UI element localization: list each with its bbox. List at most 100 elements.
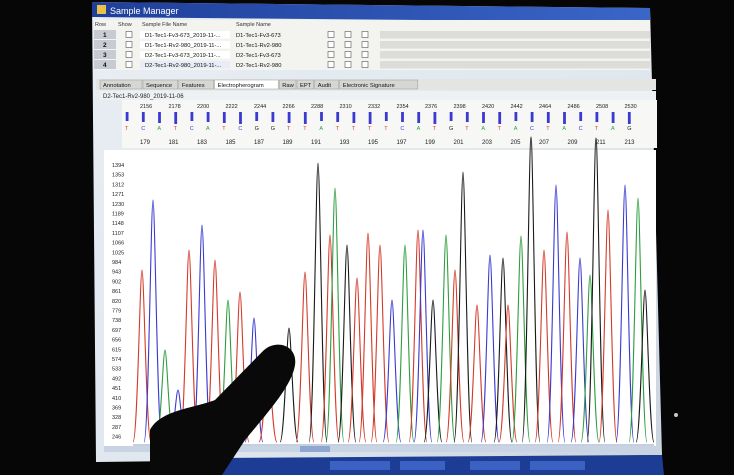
base-position-label: 185 — [226, 140, 237, 146]
y-axis-label: 369 — [112, 406, 121, 412]
base-call: A — [206, 126, 210, 132]
scan-number-label: 2222 — [226, 104, 238, 110]
base-call: A — [562, 126, 566, 132]
option-checkbox[interactable] — [361, 31, 369, 38]
sample-file-name: D1-Tec1-Fv3-673_2019-11-... — [145, 33, 221, 39]
scan-number-label: 2310 — [340, 104, 352, 110]
base-call: A — [514, 126, 518, 132]
quality-bar — [271, 112, 275, 122]
scan-number-label: 2398 — [454, 104, 466, 110]
taskbar-button[interactable] — [400, 461, 445, 470]
tab-label: Annotation — [103, 83, 131, 89]
base-position-label: 209 — [568, 140, 579, 146]
photo-scene: Sample Manager Row Show Sample File Name… — [0, 0, 734, 475]
tab-audit[interactable]: Audit — [314, 79, 340, 90]
base-call: C — [530, 126, 534, 132]
tab-label: Features — [182, 83, 205, 89]
tab-features[interactable]: Features — [178, 79, 214, 90]
base-call: G — [255, 126, 259, 132]
base-call: C — [400, 126, 404, 132]
show-checkbox[interactable] — [125, 61, 133, 68]
option-checkbox[interactable] — [327, 41, 335, 48]
base-position-label: 195 — [368, 140, 379, 146]
row-index: 3 — [103, 52, 107, 59]
option-checkbox[interactable] — [361, 51, 369, 58]
quality-bar — [255, 112, 259, 121]
scan-number-label: 2354 — [397, 104, 409, 110]
y-axis-label: 1025 — [112, 250, 124, 256]
scan-number-label: 2288 — [311, 104, 323, 110]
tab-ept[interactable]: EPT — [296, 79, 315, 90]
tab-label: Electronic Signature — [343, 83, 395, 89]
row-index: 4 — [103, 62, 107, 69]
base-call: C — [190, 126, 194, 132]
y-axis-label: 287 — [112, 425, 121, 431]
option-checkbox[interactable] — [344, 51, 352, 58]
quality-bar — [417, 112, 421, 123]
quality-bar — [303, 112, 307, 124]
metadata-cells — [380, 51, 650, 59]
option-checkbox[interactable] — [327, 51, 335, 58]
quality-bar — [546, 112, 550, 123]
scan-number-label: 2530 — [625, 104, 637, 110]
taskbar-button[interactable] — [330, 461, 390, 470]
quality-bar — [125, 112, 129, 121]
option-checkbox[interactable] — [344, 31, 352, 38]
metadata-cells — [380, 61, 650, 69]
tab-electronic-signature[interactable]: Electronic Signature — [339, 79, 419, 90]
show-checkbox[interactable] — [125, 51, 133, 58]
scan-number-label: 2420 — [482, 104, 494, 110]
monitor-power-led — [674, 413, 678, 417]
option-checkbox[interactable] — [361, 41, 369, 48]
show-checkbox[interactable] — [125, 31, 133, 38]
tab-raw[interactable]: Raw — [278, 79, 297, 90]
scan-number-label: 2376 — [425, 104, 437, 110]
scan-number-label: 2200 — [197, 104, 209, 110]
base-position-label: 189 — [283, 140, 294, 146]
header-sample-name: Sample Name — [236, 22, 271, 28]
y-axis-label: 246 — [112, 435, 121, 441]
y-axis-label: 861 — [112, 289, 121, 295]
y-axis-label: 492 — [112, 376, 121, 382]
tab-label: Electropherogram — [218, 83, 264, 89]
y-axis-label: 1148 — [112, 221, 124, 227]
tab-annotation[interactable]: Annotation — [99, 79, 143, 90]
show-checkbox[interactable] — [125, 41, 133, 48]
option-checkbox[interactable] — [344, 41, 352, 48]
y-axis-label: 574 — [112, 357, 121, 363]
option-checkbox[interactable] — [327, 61, 335, 68]
header-sample-file: Sample File Name — [142, 22, 187, 28]
y-axis-label: 902 — [112, 279, 121, 285]
quality-bar — [222, 112, 226, 123]
y-axis-label: 533 — [112, 367, 121, 373]
tab-electropherogram[interactable]: Electropherogram — [214, 79, 279, 90]
scan-number-label: 2508 — [596, 104, 608, 110]
y-axis-label: 1230 — [112, 202, 124, 208]
option-checkbox[interactable] — [361, 61, 369, 68]
y-axis-label: 984 — [112, 260, 121, 266]
tab-label: Raw — [282, 83, 294, 89]
quality-bar — [174, 112, 178, 124]
base-position-label: 187 — [254, 140, 265, 146]
option-checkbox[interactable] — [344, 61, 352, 68]
quality-bar — [611, 112, 615, 123]
row-index: 1 — [103, 32, 107, 39]
sample-name: D2-Tec1-Fv3-673 — [236, 53, 281, 59]
base-call: A — [157, 126, 161, 132]
y-axis-label: 779 — [112, 309, 121, 315]
y-axis-label: 1353 — [112, 173, 124, 179]
base-call: C — [238, 126, 242, 132]
tab-label: EPT — [300, 83, 312, 89]
scrollbar-thumb[interactable] — [300, 446, 330, 452]
taskbar-button[interactable] — [530, 461, 585, 470]
quality-bar — [401, 112, 404, 122]
y-axis-label: 328 — [112, 415, 121, 421]
y-axis-label: 1312 — [112, 182, 124, 188]
tab-sequence[interactable]: Sequence — [142, 79, 179, 90]
sample-name: D2-Tec1-Rv2-980 — [236, 63, 281, 69]
sample-file-name: D2-Tec1-Fv3-673_2019-11-... — [145, 53, 221, 59]
option-checkbox[interactable] — [327, 31, 335, 38]
quality-bar — [336, 112, 340, 122]
base-position-label: 181 — [169, 140, 180, 146]
taskbar-button[interactable] — [470, 461, 520, 470]
